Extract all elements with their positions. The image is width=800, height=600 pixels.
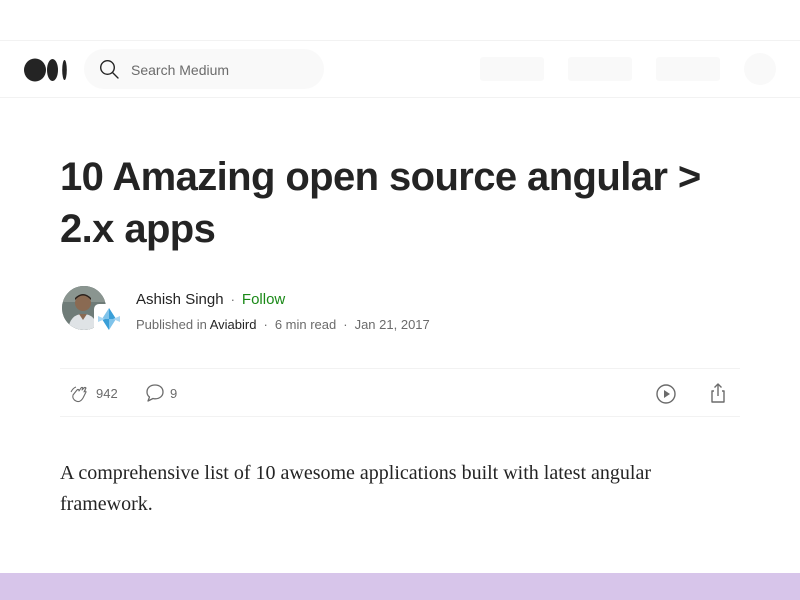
response-icon[interactable] <box>144 382 166 404</box>
author-name[interactable]: Ashish Singh <box>136 291 224 308</box>
separator-dot: · <box>263 317 268 332</box>
search-input[interactable]: Search Medium <box>131 62 229 78</box>
top-strip <box>0 0 800 41</box>
header-placeholder-2 <box>568 57 632 81</box>
site-header: Search Medium <box>0 41 800 98</box>
footer-banner <box>0 573 800 600</box>
article-subtitle: A comprehensive list of 10 awesome appli… <box>60 462 651 515</box>
article-title: 10 Amazing open source angular > 2.x app… <box>60 155 701 251</box>
response-count: 9 <box>170 386 178 401</box>
search-icon <box>99 59 119 79</box>
publish-date: Jan 21, 2017 <box>354 317 430 332</box>
publication-name[interactable]: Aviabird <box>210 317 257 332</box>
publication-logo[interactable] <box>96 306 122 332</box>
follow-button[interactable]: Follow <box>242 291 285 308</box>
separator-dot: · <box>343 317 348 332</box>
publication-line: Published in Aviabird · 6 min read · Jan 21,… <box>136 317 430 332</box>
avatar-placeholder <box>744 53 776 85</box>
action-bar: 942 9 <box>60 368 740 417</box>
header-placeholder-3 <box>656 57 720 81</box>
search-bar[interactable]: Search Medium <box>84 49 324 89</box>
read-time: 6 min read <box>274 317 337 332</box>
header-placeholder-1 <box>480 57 544 81</box>
play-icon[interactable] <box>654 382 678 406</box>
share-icon[interactable] <box>706 381 730 405</box>
clap-icon[interactable] <box>68 383 90 405</box>
separator-dot: · <box>230 292 235 307</box>
author-line: Ashish Singh · Follow <box>136 291 285 308</box>
published-in-label: Published in <box>136 317 207 332</box>
medium-logo-icon[interactable] <box>24 58 70 82</box>
clap-count: 942 <box>96 386 118 401</box>
